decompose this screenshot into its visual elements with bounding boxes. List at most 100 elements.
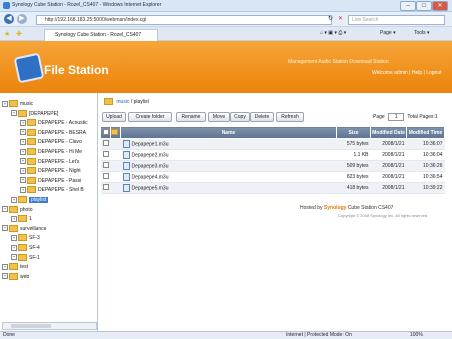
col-size[interactable]: Size: [336, 126, 371, 139]
rename-button[interactable]: Rename: [176, 112, 206, 122]
expand-icon[interactable]: +: [2, 206, 8, 213]
file-size: 509 bytes: [336, 160, 371, 172]
favorites-star-icon[interactable]: ★: [4, 30, 10, 38]
tree-item[interactable]: + playlist: [11, 196, 49, 203]
tree-item[interactable]: +1: [11, 215, 32, 223]
tree-item[interactable]: + photo: [2, 205, 33, 213]
tree-item-label: DEPAPEPE - Let's: [38, 158, 80, 165]
playlist-file-icon: [122, 140, 130, 148]
expand-icon[interactable]: +: [2, 100, 8, 107]
expand-icon[interactable]: +: [20, 119, 26, 126]
col-modified-date[interactable]: Modified Date: [370, 126, 407, 139]
tree-item[interactable]: + SF-4: [11, 244, 40, 251]
add-favorite-icon[interactable]: ✚: [16, 30, 22, 38]
row-checkbox[interactable]: [100, 160, 111, 172]
upload-button[interactable]: Upload: [102, 112, 126, 122]
page-menu[interactable]: Page ▾: [380, 30, 396, 36]
tree-item[interactable]: + test: [2, 263, 28, 271]
search-input[interactable]: Live Search: [348, 15, 445, 25]
table-row[interactable]: Depapepe5.m3u 418 bytes 2008/1/21 10:39:22: [100, 182, 445, 194]
expand-icon[interactable]: +: [20, 129, 26, 136]
expand-icon[interactable]: +: [2, 263, 8, 270]
close-button[interactable]: ✕: [432, 1, 448, 11]
table-row[interactable]: Depapepe1.m3u 575 bytes 2008/1/21 10:36:07: [100, 138, 445, 150]
expand-icon[interactable]: +: [20, 177, 26, 184]
col-name[interactable]: Name: [120, 126, 337, 139]
tree-item[interactable]: + DEPAPEPE - BESRA: [20, 128, 86, 136]
tree-item[interactable]: + DEPAPEPE - Hi Me: [20, 148, 82, 155]
welcome-links[interactable]: Welcome admin | Help | Logout: [372, 70, 442, 76]
expand-icon[interactable]: +: [2, 273, 8, 280]
ie-icon: [3, 2, 10, 9]
tree-item[interactable]: + [DEPAPEPE]: [11, 109, 59, 117]
expand-icon[interactable]: +: [20, 167, 26, 174]
top-nav-links[interactable]: Management Audio Station Download Statio…: [288, 59, 389, 65]
back-icon[interactable]: ◀: [4, 14, 14, 24]
refresh-icon[interactable]: ↻: [328, 15, 333, 22]
expand-icon[interactable]: +: [20, 138, 26, 145]
expand-icon[interactable]: +: [11, 244, 17, 251]
tree-item[interactable]: + SF-1: [11, 253, 40, 261]
tree-item[interactable]: + DEPAPEPE - Passi: [20, 176, 81, 184]
tree-horizontal-scrollbar[interactable]: [2, 322, 97, 330]
expand-icon[interactable]: +: [20, 158, 26, 165]
row-checkbox[interactable]: [100, 182, 111, 194]
col-modified-time[interactable]: Modified Time: [406, 126, 445, 139]
playlist-file-icon: [122, 162, 130, 170]
file-name[interactable]: Depapepe5.m3u: [120, 182, 337, 194]
expand-icon[interactable]: +: [11, 110, 17, 117]
minimize-button[interactable]: –: [400, 1, 416, 11]
refresh-button[interactable]: Refresh: [276, 112, 304, 122]
tree-item[interactable]: + DEPAPEPE - Acoustic: [20, 119, 88, 127]
table-row[interactable]: Depapepe2.m3u 1.1 KB 2008/1/21 10:36:04: [100, 149, 445, 161]
expand-icon[interactable]: +: [11, 196, 17, 203]
file-name[interactable]: Depapepe3.m3u: [120, 160, 337, 172]
synology-brand: Synology: [323, 205, 347, 211]
tree-item[interactable]: + DEPAPEPE - Night: [20, 167, 81, 175]
url-input[interactable]: http://192.168.183.25:5000/webman/index.…: [36, 15, 332, 25]
file-name-text: Depapepe1.m3u: [131, 141, 169, 148]
expand-icon[interactable]: +: [11, 234, 17, 241]
expand-icon[interactable]: +: [20, 186, 26, 193]
file-name[interactable]: Depapepe1.m3u: [120, 138, 337, 150]
breadcrumb-root[interactable]: music: [116, 99, 129, 105]
file-name[interactable]: Depapepe2.m3u: [120, 149, 337, 161]
delete-button[interactable]: Delete: [250, 112, 274, 122]
playlist-file-icon: [122, 151, 130, 159]
tree-item-label: [DEPAPEPE]: [29, 110, 59, 117]
row-checkbox[interactable]: [100, 138, 111, 150]
tree-item[interactable]: + web: [2, 272, 29, 280]
expand-icon[interactable]: +: [11, 254, 17, 261]
maximize-button[interactable]: □: [416, 1, 432, 11]
table-row[interactable]: Depapepe3.m3u 509 bytes 2008/1/21 10:36:26: [100, 160, 445, 172]
move-button[interactable]: Move: [208, 112, 230, 122]
breadcrumb-current: / playlist: [130, 98, 149, 105]
home-icon[interactable]: ⌂ ▾ ▣ ▾ ⎙ ▾: [320, 30, 346, 36]
playlist-file-icon: [122, 173, 130, 181]
tree-item[interactable]: + surveillance: [2, 224, 46, 232]
tools-menu[interactable]: Tools ▾: [414, 30, 430, 36]
copy-button[interactable]: Copy: [230, 112, 250, 122]
tree-item[interactable]: + SF-3: [11, 234, 40, 242]
select-all-checkbox[interactable]: [100, 126, 111, 139]
folder-icon: [9, 224, 18, 232]
table-row[interactable]: Depapepe4.m3u 823 bytes 2008/1/21 10:36:54: [100, 171, 445, 183]
create-folder-button[interactable]: Create folder: [128, 112, 172, 122]
tree-item[interactable]: + DEPAPEPE - Clavo: [20, 138, 82, 146]
tree-item[interactable]: + DEPAPEPE - Let's: [20, 157, 80, 165]
forward-icon[interactable]: ▶: [17, 14, 27, 24]
tab-cube-station[interactable]: Synology Cube Station - Rozel_CS407: [44, 29, 158, 41]
tree-item[interactable]: + DEPAPEPE - Shel B: [20, 186, 84, 194]
tree-item[interactable]: + music: [2, 100, 33, 107]
file-date: 2008/1/21: [370, 138, 407, 150]
folder-icon: [27, 157, 36, 165]
file-name[interactable]: Depapepe4.m3u: [120, 171, 337, 183]
row-checkbox[interactable]: [100, 171, 111, 183]
file-size: 823 bytes: [336, 171, 371, 183]
expand-icon[interactable]: +: [20, 148, 26, 155]
expand-icon[interactable]: +: [11, 215, 17, 222]
page-input[interactable]: 1: [388, 113, 405, 121]
stop-icon[interactable]: ✕: [338, 15, 343, 22]
row-checkbox[interactable]: [100, 149, 111, 161]
expand-icon[interactable]: +: [2, 225, 8, 232]
